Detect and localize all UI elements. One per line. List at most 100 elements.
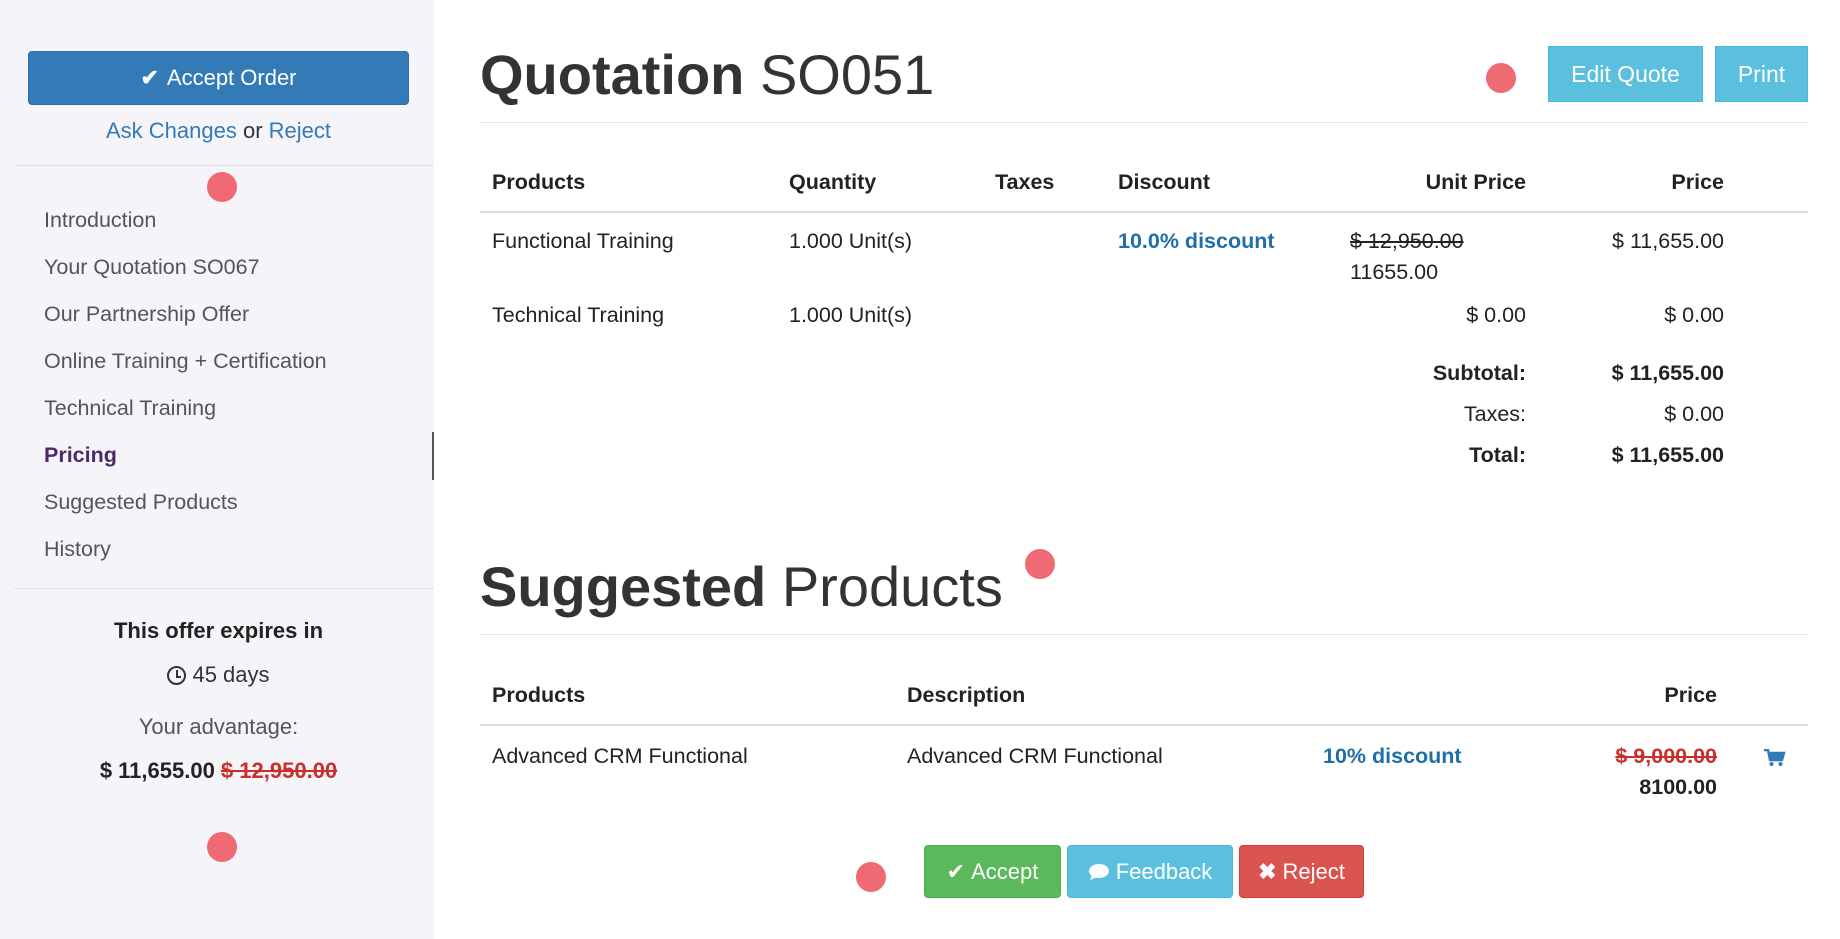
column-header: Quantity (777, 154, 983, 213)
price-new: 8100.00 (1639, 775, 1717, 799)
print-button[interactable]: Print (1715, 46, 1808, 102)
subtotal-row: Subtotal: $ 11,655.00 (480, 355, 1808, 396)
total-label: Total: (1469, 443, 1526, 467)
page-title-bold: Quotation (480, 43, 745, 106)
cell-spacer (1736, 299, 1808, 355)
discount-badge: 10.0% discount (1118, 229, 1275, 253)
page-title: Quotation SO051 (480, 42, 934, 107)
table-row: Technical Training 1.000 Unit(s) $ 0.00 … (480, 299, 1808, 355)
column-header: Description (895, 667, 1311, 726)
close-icon: ✖ (1258, 858, 1277, 884)
feedback-label: Feedback (1115, 858, 1213, 884)
price-old: $ 12,950.00 (220, 758, 338, 783)
suggested-title: Suggested Products (480, 554, 1003, 619)
feedback-button[interactable]: Feedback (1067, 845, 1233, 898)
unit-price-new: 11655.00 (1350, 260, 1439, 284)
cell-unit-price: $ 12,950.00 11655.00 (1338, 212, 1538, 299)
nav-item-technical-training[interactable]: Technical Training (44, 388, 327, 435)
active-indicator (432, 432, 434, 480)
accept-order-label: Accept Order (166, 65, 297, 90)
marker-dot (1486, 63, 1516, 93)
cell-price: $ 9,000.00 8100.00 (1579, 725, 1729, 815)
nav-item-introduction[interactable]: Introduction (44, 200, 327, 247)
expires-days-value: 45 days (192, 662, 270, 687)
suggested-divider (480, 634, 1808, 635)
or-text: or (242, 118, 263, 143)
taxes-value: $ 0.00 (1664, 402, 1724, 426)
header-divider (480, 122, 1808, 123)
marker-dot (856, 862, 886, 892)
suggested-table: Products Description Price Advanced CRM … (480, 667, 1808, 815)
total-row: Total: $ 11,655.00 (480, 437, 1808, 478)
cell-discount (1106, 299, 1338, 355)
subtotal-label: Subtotal: (1432, 361, 1526, 385)
suggested-title-rest: Products (781, 555, 1003, 618)
reject-label: Reject (1282, 858, 1345, 884)
cell-quantity: 1.000 Unit(s) (789, 229, 913, 253)
offer-expiry: This offer expires in 45 days Your advan… (14, 618, 423, 784)
cell-quantity: 1.000 Unit(s) (789, 303, 913, 327)
nav-item-your-quotation[interactable]: Your Quotation SO067 (44, 247, 327, 294)
cell-discount: 10.0% discount (1106, 212, 1338, 299)
cell-taxes (983, 212, 1106, 299)
check-icon: ✔ (946, 858, 966, 884)
unit-price-old: $ 12,950.00 (1350, 229, 1464, 253)
ask-changes-link[interactable]: Ask Changes (106, 118, 237, 143)
nav-item-history[interactable]: History (44, 529, 327, 576)
nav-item-pricing[interactable]: Pricing (44, 435, 327, 482)
column-header: Price (1538, 154, 1736, 213)
cell-taxes (983, 299, 1106, 355)
advantage-prices: $ 11,655.00 $ 12,950.00 (14, 758, 423, 784)
advantage-label: Your advantage: (138, 714, 299, 739)
marker-dot (207, 172, 237, 202)
cell-price: $ 0.00 (1664, 303, 1724, 327)
sidebar: ✔ Accept Order Ask Changes or Reject Int… (0, 0, 434, 939)
accept-label: Accept (971, 858, 1039, 884)
print-label: Print (1737, 60, 1786, 87)
taxes-label: Taxes: (1463, 402, 1526, 426)
cell-product: Advanced CRM Functional (492, 744, 748, 768)
price-old: $ 9,000.00 (1615, 744, 1717, 768)
cell-price: $ 11,655.00 (1612, 229, 1724, 253)
shopping-cart-icon[interactable] (1764, 749, 1786, 767)
marker-dot (1025, 549, 1055, 579)
marker-dot (207, 832, 237, 862)
nav-item-online-training[interactable]: Online Training + Certification (44, 341, 327, 388)
reject-button[interactable]: ✖ Reject (1239, 845, 1364, 898)
expires-days: 45 days (14, 662, 423, 688)
action-buttons: ✔ Accept Feedback ✖ Reject (924, 845, 1364, 898)
table-row: Functional Training 1.000 Unit(s) 10.0% … (480, 212, 1808, 299)
table-row: Advanced CRM Functional Advanced CRM Fun… (480, 725, 1808, 815)
column-header: Discount (1106, 154, 1338, 213)
cell-product: Technical Training (492, 303, 665, 327)
comment-icon (1088, 863, 1109, 880)
taxes-row: Taxes: $ 0.00 (480, 396, 1808, 437)
cell-cart (1729, 725, 1808, 815)
price-now: $ 11,655.00 (99, 758, 215, 783)
accept-order-button[interactable]: ✔ Accept Order (28, 51, 409, 105)
sidebar-divider (14, 588, 434, 589)
column-header: Products (480, 154, 777, 213)
ask-changes-row: Ask Changes or Reject (14, 118, 423, 144)
table-header-row: Products Description Price (480, 667, 1808, 726)
cell-unit-price: $ 0.00 (1466, 303, 1526, 327)
nav-item-suggested-products[interactable]: Suggested Products (44, 482, 327, 529)
suggested-title-bold: Suggested (480, 555, 767, 618)
page-title-number: SO051 (759, 43, 935, 106)
sidebar-inner: ✔ Accept Order Ask Changes or Reject Int… (14, 0, 434, 939)
column-header-spacer (1736, 154, 1808, 213)
nav-item-partnership-offer[interactable]: Our Partnership Offer (44, 294, 327, 341)
reject-link[interactable]: Reject (269, 118, 331, 143)
cell-description: Advanced CRM Functional (907, 744, 1163, 768)
edit-quote-button[interactable]: Edit Quote (1548, 46, 1703, 102)
accept-button[interactable]: ✔ Accept (924, 845, 1061, 898)
subtotal-value: $ 11,655.00 (1611, 361, 1724, 385)
total-value: $ 11,655.00 (1611, 443, 1724, 467)
clock-icon (167, 665, 187, 685)
expires-title: This offer expires in (113, 618, 324, 643)
cell-discount: 10% discount (1311, 725, 1579, 815)
quotation-table: Products Quantity Taxes Discount Unit Pr… (480, 154, 1808, 478)
cell-spacer (1736, 212, 1808, 299)
cell-product: Functional Training (492, 229, 674, 253)
discount-badge: 10% discount (1323, 744, 1462, 768)
